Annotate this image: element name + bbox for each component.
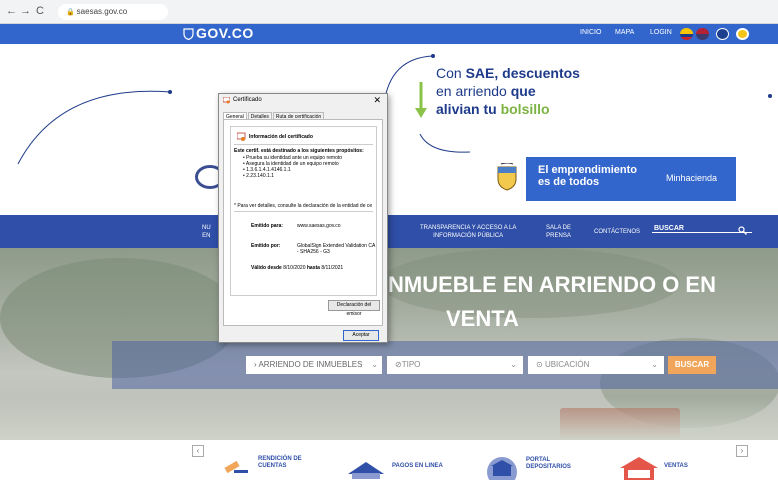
nav-item-partial[interactable]: NU EN — [202, 224, 211, 240]
promo-line3-b: bolsillo — [500, 101, 550, 117]
back-icon[interactable]: ← — [6, 5, 17, 17]
nav-login[interactable]: LOGIN — [650, 29, 672, 36]
chevron-down-icon: ⌄ — [651, 360, 658, 369]
ministry-label: Minhacienda — [666, 173, 718, 183]
dialog-panel: Información del certificado Este certif.… — [223, 119, 383, 326]
search-underline — [652, 232, 752, 233]
promo-line2-b: que — [510, 83, 536, 99]
purpose-heading: Este certif. está destinado a los siguie… — [234, 148, 364, 154]
category-select[interactable]: › ARRIENDO DE INMUEBLES ⌄ — [246, 356, 382, 374]
divider — [234, 211, 373, 212]
promo-text: Con SAE, descuentos en arriendo que aliv… — [436, 64, 580, 118]
govco-logo[interactable]: GOV.CO — [196, 25, 254, 41]
valid-to-label: hasta — [306, 265, 320, 271]
valid-from-label: Válido desde — [251, 265, 282, 271]
nav-item-transparencia[interactable]: TRANSPARENCIA Y ACCESO A LA INFORMACIÓN … — [420, 224, 516, 240]
tipo-select-value: TIPO — [401, 360, 421, 369]
emprendimiento-banner[interactable]: El emprendimiento es de todos Minhaciend… — [526, 157, 736, 201]
colombia-flag-icon[interactable] — [680, 28, 693, 40]
category-select-value: ARRIENDO DE INMUEBLES — [258, 360, 363, 369]
nav-item-sala-de-prensa[interactable]: SALA DE PRENSA — [546, 224, 571, 240]
dialog-title: Certificado — [233, 97, 262, 103]
chevron-down-icon: ⌄ — [510, 360, 517, 369]
reload-icon[interactable]: C — [36, 5, 44, 17]
certificate-info-heading: Información del certificado — [249, 134, 313, 140]
promo-line1-b: SAE, descuentos — [465, 65, 580, 81]
certificate-dialog: Certificado ✕ General Detalles Ruta de cer… — [218, 93, 388, 343]
banner-title-line1: NMUEBLE EN ARRIENDO O EN — [388, 272, 716, 297]
declaration-button[interactable]: Declaración del emisor — [328, 300, 380, 317]
gavel-icon — [224, 460, 248, 474]
emprendimiento-line2: es de todos — [538, 176, 600, 188]
certificate-badge-icon — [237, 132, 246, 141]
contrast-icon[interactable] — [736, 28, 749, 40]
govco-shield-icon — [183, 28, 194, 40]
close-icon[interactable]: ✕ — [373, 95, 381, 106]
valid-to-value: 8/11/2021 — [321, 265, 344, 271]
carousel-prev-icon[interactable]: ‹ — [192, 445, 204, 457]
accessibility-icon[interactable] — [716, 28, 729, 40]
issued-by-label: Emitido por: — [251, 243, 281, 249]
bank-icon — [487, 457, 517, 480]
valid-from-value: 8/10/2020 — [283, 265, 306, 271]
accept-button[interactable]: Aceptar — [343, 330, 379, 341]
issued-to-label: Emitido para: — [251, 223, 283, 229]
issued-to-value: www.saesas.gov.co — [297, 223, 341, 229]
certificate-note: * Para ver detalles, consulte la declara… — [234, 203, 373, 209]
service-portal-depositarios[interactable]: PORTAL DEPOSITARIOS — [526, 457, 571, 471]
certificate-icon — [223, 97, 230, 104]
promo-line2-a: en arriendo — [436, 83, 511, 99]
service-rendicion-de-cuentas[interactable]: RENDICIÓN DE CUENTAS — [258, 456, 302, 470]
location-pin-icon: ⊙ — [536, 360, 545, 369]
handshake-icon — [348, 462, 384, 479]
tipo-select[interactable]: ⊘TIPO ⌄ — [387, 356, 523, 374]
forward-icon[interactable]: → — [20, 5, 31, 17]
nav-item-contactenos[interactable]: CONTÁCTENOS — [594, 228, 640, 236]
emprendimiento-line1: El emprendimiento — [538, 164, 638, 176]
house-icon — [620, 457, 658, 480]
buscar-button[interactable]: BUSCAR — [668, 356, 716, 374]
lock-icon: 🔒 — [66, 9, 77, 16]
colombia-coat-of-arms-icon — [497, 163, 517, 191]
service-pagos-en-linea[interactable]: PAGOS EN LINEA — [392, 463, 443, 470]
url-text: saesas.gov.co — [76, 7, 128, 16]
banner-title-line2: VENTA — [446, 306, 519, 331]
search-icon[interactable] — [738, 226, 747, 235]
govco-bar: GOV.CO INICIO MAPA LOGIN — [0, 24, 778, 44]
issued-by-value: GlobalSign Extended Validation CA - SHA2… — [297, 243, 376, 255]
purpose-item: • 2.23.140.1.1 — [243, 173, 274, 179]
certificate-info-box: Información del certificado Este certif.… — [230, 126, 377, 296]
services-row — [0, 440, 778, 480]
tag-icon: ⊘ — [395, 360, 402, 369]
chevron-down-icon: ⌄ — [371, 360, 378, 369]
address-bar[interactable]: 🔒 saesas.gov.co — [58, 4, 168, 20]
nav-mapa[interactable]: MAPA — [615, 29, 634, 36]
carousel-next-icon[interactable]: › — [736, 445, 748, 457]
promo-line3-a: alivian tu — [436, 101, 501, 117]
promo-line1-a: Con — [436, 65, 466, 81]
nav-inicio[interactable]: INICIO — [580, 29, 601, 36]
service-ventas[interactable]: VENTAS — [664, 463, 688, 470]
ubicacion-select[interactable]: ⊙ UBICACIÓN ⌄ — [528, 356, 664, 374]
validity-row: Válido desde 8/10/2020 hasta 8/11/2021 — [251, 265, 343, 271]
divider — [234, 144, 373, 145]
english-flag-icon[interactable] — [696, 28, 709, 40]
ubicacion-select-value: UBICACIÓN — [544, 360, 590, 369]
browser-toolbar: ← → C 🔒 saesas.gov.co — [0, 0, 778, 24]
